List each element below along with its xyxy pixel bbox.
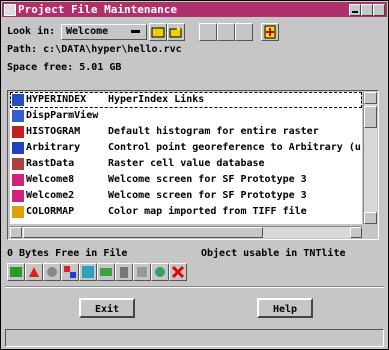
- move-object-icon[interactable]: [79, 263, 97, 281]
- list-item-name: DispParmView: [26, 110, 99, 121]
- list-item-name: Arbitrary: [26, 142, 81, 153]
- scroll-right-button[interactable]: [350, 227, 362, 238]
- scroll-down-button[interactable]: [364, 212, 377, 224]
- georeference-icon: [12, 142, 24, 154]
- list-item[interactable]: HYPERINDEX HyperIndex Links: [10, 92, 362, 108]
- list-item[interactable]: DispParmView: [10, 108, 362, 124]
- list-item-name: COLORMAP: [26, 206, 75, 217]
- scroll-left-button[interactable]: [10, 227, 22, 238]
- up-folder-icon[interactable]: [149, 23, 167, 41]
- database-icon: [12, 158, 24, 170]
- list-item-description: Default histogram for entire raster: [108, 126, 319, 137]
- usable-status: Object usable in TNTlite: [201, 248, 346, 259]
- list-item-name: HYPERINDEX: [26, 94, 87, 105]
- look-in-select[interactable]: Welcome: [61, 24, 147, 40]
- path-label: Path:: [7, 44, 38, 55]
- info-object-icon[interactable]: [43, 263, 61, 281]
- space-row: Space free: 5.01 GB: [7, 62, 121, 73]
- list-item[interactable]: Welcome8 Welcome screen for SF Prototype …: [10, 172, 362, 188]
- raster-icon: [12, 190, 24, 202]
- project-file-maintenance-window: Project File Maintenance Look in: Welcom…: [0, 0, 389, 350]
- list-item-description: Control point georeference to Arbitrary …: [108, 142, 361, 153]
- link-object-icon[interactable]: [97, 263, 115, 281]
- add-object-icon[interactable]: [261, 23, 279, 41]
- exit-button[interactable]: Exit: [79, 298, 135, 318]
- vertical-scroll-thumb[interactable]: [364, 106, 377, 128]
- list-item[interactable]: Welcome2 Welcome screen for SF Prototype …: [10, 188, 362, 204]
- vertical-scrollbar[interactable]: [363, 92, 377, 224]
- list-item[interactable]: COLORMAP Color map imported from TIFF fil…: [10, 204, 362, 220]
- space-label: Space free:: [7, 62, 74, 73]
- open-object-icon[interactable]: [7, 263, 25, 281]
- maximize-button[interactable]: [361, 4, 373, 16]
- list-item-description: Color map imported from TIFF file: [108, 206, 307, 217]
- object-list[interactable]: HYPERINDEX HyperIndex Links DispParmView HI…: [7, 90, 379, 240]
- raster-icon: [12, 174, 24, 186]
- display-params-icon: [12, 110, 24, 122]
- hyperindex-icon: [12, 94, 24, 106]
- close-button[interactable]: [373, 4, 385, 16]
- view-properties-icon[interactable]: [235, 23, 253, 41]
- list-item[interactable]: RastData Raster cell value database: [10, 156, 362, 172]
- help-button[interactable]: Help: [257, 298, 313, 318]
- new-folder-icon[interactable]: [167, 23, 185, 41]
- scroll-up-button[interactable]: [364, 92, 377, 104]
- edit-object-icon[interactable]: [25, 263, 43, 281]
- minimize-button[interactable]: [349, 4, 361, 16]
- horizontal-scroll-thumb[interactable]: [23, 227, 263, 238]
- histogram-icon: [12, 126, 24, 138]
- list-item-name: Welcome2: [26, 190, 75, 201]
- title-bar[interactable]: Project File Maintenance: [2, 2, 387, 17]
- object-list-body[interactable]: HYPERINDEX HyperIndex Links DispParmView HI…: [10, 92, 362, 224]
- path-row: Path: c:\DATA\hyper\hello.rvc: [7, 44, 182, 55]
- list-item[interactable]: HISTOGRAM Default histogram for entire ra…: [10, 124, 362, 140]
- look-in-label: Look in:: [7, 26, 56, 37]
- free-bytes-status: 0 Bytes Free in File: [7, 248, 128, 259]
- space-value: 5.01 GB: [79, 62, 122, 73]
- list-item-description: Raster cell value database: [108, 158, 265, 169]
- dropdown-icon: [131, 30, 140, 33]
- list-item-name: Welcome8: [26, 174, 75, 185]
- system-menu-icon[interactable]: [4, 4, 16, 16]
- copy-object-icon[interactable]: [61, 263, 79, 281]
- list-item-description: HyperIndex Links: [108, 94, 205, 105]
- path-value: c:\DATA\hyper\hello.rvc: [43, 44, 182, 55]
- view-list-icon[interactable]: [199, 23, 217, 41]
- list-item-description: Welcome screen for SF Prototype 3: [108, 190, 307, 201]
- rename-object-icon[interactable]: [133, 263, 151, 281]
- list-item-description: Welcome screen for SF Prototype 3: [108, 174, 307, 185]
- window-title: Project File Maintenance: [18, 3, 177, 16]
- view-details-icon[interactable]: [217, 23, 235, 41]
- delete-object-icon[interactable]: [115, 263, 133, 281]
- list-item[interactable]: Arbitrary Control point georeference to A…: [10, 140, 362, 156]
- help-object-icon[interactable]: [151, 263, 169, 281]
- status-bar: [5, 329, 384, 347]
- colormap-icon: [12, 206, 24, 218]
- list-item-name: HISTOGRAM: [26, 126, 81, 137]
- close-object-icon[interactable]: [169, 263, 187, 281]
- horizontal-scrollbar[interactable]: [10, 226, 362, 238]
- divider: [5, 286, 384, 288]
- look-in-value: Welcome: [66, 26, 109, 37]
- list-item-name: RastData: [26, 158, 75, 169]
